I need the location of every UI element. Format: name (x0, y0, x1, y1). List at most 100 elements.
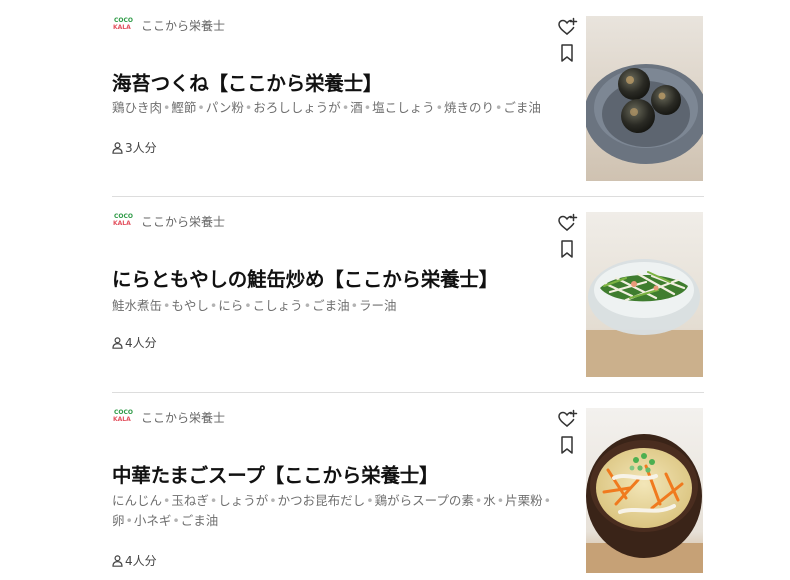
logo-text-bottom: KALA (113, 24, 131, 31)
recipe-author[interactable]: COCO KALA ここから栄養士 (112, 16, 225, 36)
ingredient-item: 玉ねぎ (171, 493, 209, 508)
divider (112, 196, 704, 197)
ingredient-item: にら (218, 298, 244, 313)
ingredient-item: しょうが (218, 493, 269, 508)
ingredient-item: 卵 (112, 513, 125, 528)
heart-plus-icon (558, 213, 578, 231)
ingredient-separator: • (163, 100, 171, 115)
servings: 4人分 (112, 334, 157, 351)
ingredient-separator: • (172, 513, 180, 528)
ingredient-separator: • (244, 298, 252, 313)
author-logo: COCO KALA (112, 408, 134, 428)
ingredient-item: ごま油 (180, 513, 219, 528)
ingredient-separator: • (494, 100, 503, 115)
logo-text-top: COCO (114, 409, 134, 416)
bookmark-button[interactable] (556, 42, 578, 64)
recipe-card-3[interactable]: COCO KALA ここから栄養士 中華たまごスープ【ここから栄養士】 にんじん… (112, 408, 704, 573)
ingredient-item: 塩こしょう (372, 100, 435, 115)
recipe-photo[interactable] (586, 408, 703, 573)
ingredient-item: 鶏ひき肉 (112, 100, 163, 115)
ingredient-item: 水 (483, 493, 496, 508)
ingredient-separator: • (474, 493, 483, 508)
heart-plus-icon (558, 409, 578, 427)
ingredient-item: 鮭水煮缶 (112, 298, 163, 313)
divider (112, 392, 704, 393)
recipe-actions (556, 408, 578, 460)
heart-plus-icon (558, 17, 578, 35)
recipe-actions (556, 212, 578, 264)
ingredient-separator: • (366, 493, 374, 508)
ingredient-separator: • (435, 100, 443, 115)
ingredient-item: かつお昆布だし (277, 493, 366, 508)
author-logo: COCO KALA (112, 212, 134, 232)
ingredient-item: にんじん (112, 493, 163, 508)
ingredient-item: もやし (171, 298, 209, 313)
ingredient-list: 鮭水煮缶•もやし•にら•こしょう•ごま油•ラー油 (112, 296, 552, 316)
ingredient-item: 鶏がらスープの素 (374, 493, 474, 508)
ingredient-item: ラー油 (358, 298, 397, 313)
logo-text-top: COCO (114, 17, 134, 24)
ingredient-separator: • (363, 100, 372, 115)
logo-text-bottom: KALA (113, 416, 131, 423)
recipe-photo[interactable] (586, 212, 703, 377)
ingredient-separator: • (303, 298, 312, 313)
ingredient-item: 小ネギ (133, 513, 172, 528)
recipe-photo-image (586, 16, 703, 181)
ingredient-separator: • (269, 493, 277, 508)
logo-text-top: COCO (114, 213, 134, 220)
servings-text: 3人分 (125, 141, 157, 155)
ingredient-separator: • (209, 493, 218, 508)
bookmark-button[interactable] (556, 434, 578, 456)
ingredient-separator: • (163, 493, 171, 508)
bookmark-icon (561, 44, 573, 62)
recipe-title[interactable]: 海苔つくね【ここから栄養士】 (112, 67, 382, 96)
person-icon (112, 554, 123, 567)
recipe-actions (556, 16, 578, 68)
author-logo: COCO KALA (112, 16, 134, 36)
servings-text: 4人分 (125, 336, 157, 350)
recipe-author[interactable]: COCO KALA ここから栄養士 (112, 212, 225, 232)
ingredient-item: パン粉 (205, 100, 244, 115)
bookmark-icon (561, 436, 573, 454)
recipe-title[interactable]: 中華たまごスープ【ここから栄養士】 (112, 459, 439, 488)
ingredient-separator: • (125, 513, 133, 528)
author-name: ここから栄養士 (141, 411, 226, 425)
author-name: ここから栄養士 (141, 19, 226, 33)
person-icon (112, 141, 123, 154)
ingredient-separator: • (209, 298, 218, 313)
ingredient-separator: • (341, 100, 350, 115)
ingredient-item: こしょう (252, 298, 303, 313)
author-name: ここから栄養士 (141, 215, 226, 229)
ingredient-separator: • (163, 298, 171, 313)
recipe-title[interactable]: にらともやしの鮭缶炒め【ここから栄養士】 (112, 263, 498, 292)
ingredient-separator: • (197, 100, 205, 115)
add-to-collection-button[interactable] (556, 16, 578, 38)
person-icon (112, 336, 123, 349)
ingredient-item: おろししょうが (253, 100, 341, 115)
add-to-collection-button[interactable] (556, 212, 578, 234)
ingredient-separator: • (350, 298, 358, 313)
ingredient-item: 酒 (350, 100, 363, 115)
ingredient-item: ごま油 (503, 100, 541, 115)
bookmark-icon (561, 240, 573, 258)
ingredient-list: 鶏ひき肉•鰹節•パン粉•おろししょうが•酒•塩こしょう•焼きのり•ごま油 (112, 98, 552, 118)
recipe-photo[interactable] (586, 16, 703, 181)
ingredient-separator: • (543, 493, 551, 508)
logo-text-bottom: KALA (113, 220, 131, 227)
ingredient-list: にんじん•玉ねぎ•しょうが•かつお昆布だし•鶏がらスープの素•水•片栗粉•卵•小… (112, 491, 562, 531)
recipe-author[interactable]: COCO KALA ここから栄養士 (112, 408, 225, 428)
ingredient-item: 鰹節 (171, 100, 197, 115)
recipe-photo-image (586, 212, 703, 377)
recipe-photo-image (586, 408, 703, 573)
ingredient-separator: • (244, 100, 253, 115)
add-to-collection-button[interactable] (556, 408, 578, 430)
ingredient-item: ごま油 (312, 298, 350, 313)
servings: 3人分 (112, 139, 157, 156)
ingredient-item: 焼きのり (443, 100, 494, 115)
ingredient-item: 片栗粉 (505, 493, 543, 508)
recipe-card-2[interactable]: COCO KALA ここから栄養士 にらともやしの鮭缶炒め【ここから栄養士】 鮭… (112, 212, 704, 377)
bookmark-button[interactable] (556, 238, 578, 260)
recipe-card-1[interactable]: COCO KALA ここから栄養士 海苔つくね【ここから栄養士】 鶏ひき肉•鰹節… (112, 16, 704, 181)
servings-text: 4人分 (125, 554, 157, 568)
servings: 4人分 (112, 552, 157, 569)
